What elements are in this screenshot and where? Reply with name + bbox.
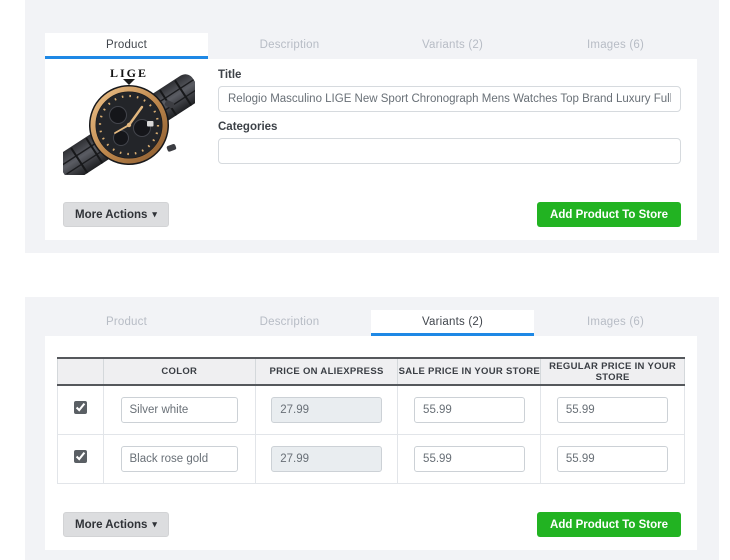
variant-sale-price-input[interactable] [414,445,525,472]
product-card-tabs: Product Description Variants (2) Images … [45,33,697,59]
tab-product[interactable]: Product [45,33,208,59]
product-actions-row: More Actions ▾ Add Product To Store [63,202,681,227]
watch-brand-text: LIGE [110,66,148,80]
variant-regular-price-input[interactable] [556,396,669,423]
variant-row-silver-white [57,384,685,435]
aliexpress-price-column-header: PRICE ON ALIEXPRESS [254,357,399,386]
variants-actions-row: More Actions ▾ Add Product To Store [63,512,681,537]
tab-product-label: Product [105,38,148,51]
product-section: Product Description Variants (2) Images … [25,0,719,253]
variant-checkbox[interactable] [73,400,87,414]
variant-color-input[interactable] [120,445,239,472]
add-product-to-store-button[interactable]: Add Product To Store [537,512,681,537]
tab-images-label: Images (6) [587,315,644,328]
color-column-header: COLOR [102,357,256,386]
product-card: Product Description Variants (2) Images … [45,33,697,240]
add-product-to-store-label: Add Product To Store [550,518,668,531]
product-fields: Title Categories [218,69,681,164]
tab-images[interactable]: Images (6) [534,310,697,336]
caret-down-icon: ▾ [152,519,157,529]
select-column-header [57,357,104,386]
variant-regular-price-input[interactable] [556,445,669,472]
categories-label: Categories [218,121,278,133]
watch-image: LIGE [57,66,202,181]
more-actions-button[interactable]: More Actions ▾ [63,202,169,227]
variant-aliexpress-price[interactable] [271,396,382,423]
variant-sale-price-input[interactable] [414,396,525,423]
variants-card-tabs: Product Description Variants (2) Images … [45,310,697,336]
more-actions-button[interactable]: More Actions ▾ [63,512,169,537]
tab-product[interactable]: Product [45,310,208,336]
tab-variants-label: Variants (2) [422,38,483,51]
variant-color-input[interactable] [120,396,239,423]
tab-description[interactable]: Description [208,310,371,336]
variants-table: COLOR PRICE ON ALIEXPRESS SALE PRICE IN … [57,357,685,484]
add-product-to-store-button[interactable]: Add Product To Store [537,202,681,227]
tab-images-label: Images (6) [587,38,644,51]
tab-variants-label: Variants (2) [422,315,483,328]
title-input[interactable] [218,86,681,112]
categories-input[interactable] [218,138,681,164]
variants-card: Product Description Variants (2) Images … [45,310,697,550]
caret-down-icon: ▾ [152,209,157,219]
variant-checkbox[interactable] [73,449,87,463]
tab-description[interactable]: Description [208,33,371,59]
tab-variants[interactable]: Variants (2) [371,310,534,336]
variant-row-black-rose-gold [57,433,685,484]
brand-crest-icon [123,79,135,85]
variants-section: Product Description Variants (2) Images … [25,297,719,560]
variant-aliexpress-price[interactable] [271,445,382,472]
add-product-to-store-label: Add Product To Store [550,208,668,221]
tab-variants[interactable]: Variants (2) [371,33,534,59]
more-actions-label: More Actions [75,208,148,221]
product-thumbnail-image: LIGE [57,65,202,181]
tab-images[interactable]: Images (6) [534,33,697,59]
tab-description-label: Description [259,315,320,328]
regular-price-column-header: REGULAR PRICE IN YOUR STORE [540,357,685,386]
more-actions-label: More Actions [75,518,148,531]
tab-description-label: Description [259,38,320,51]
sale-price-column-header: SALE PRICE IN YOUR STORE [397,357,542,386]
tab-product-label: Product [105,315,148,328]
title-label: Title [218,69,242,81]
variants-table-header-row: COLOR PRICE ON ALIEXPRESS SALE PRICE IN … [57,357,685,386]
